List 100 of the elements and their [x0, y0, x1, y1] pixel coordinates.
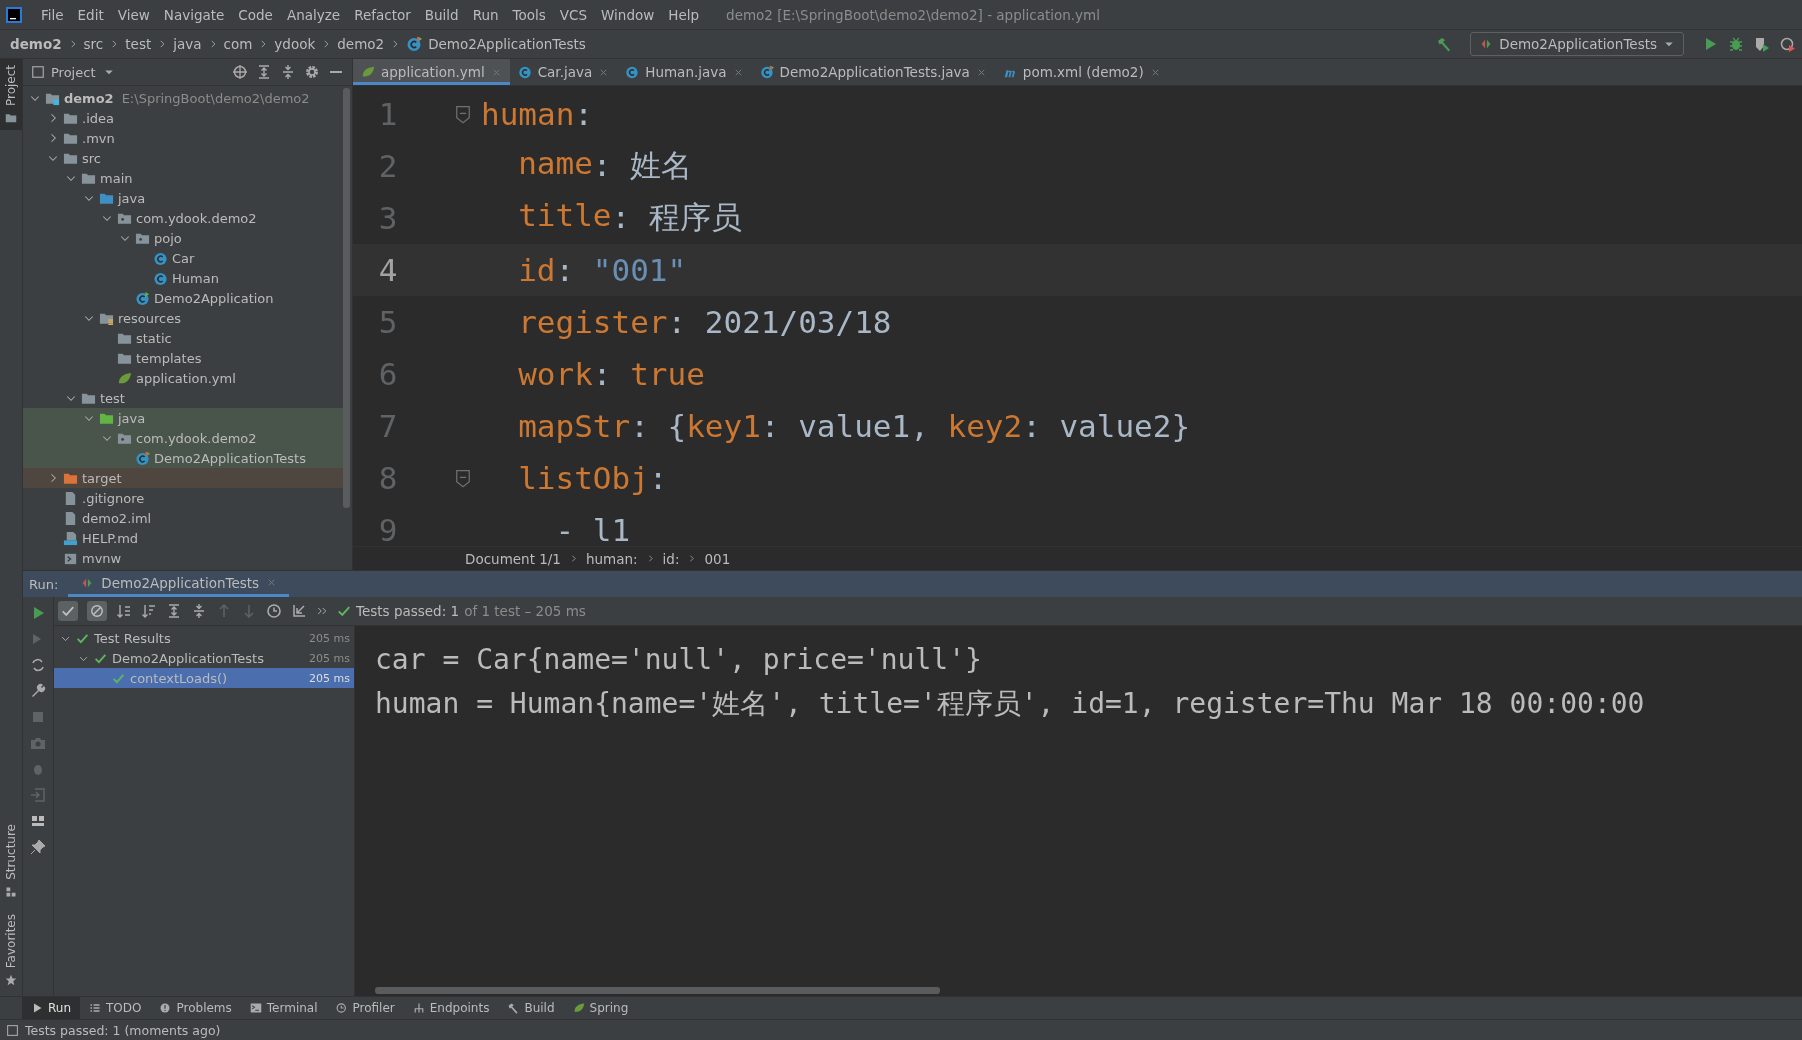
tree-item[interactable]: Human	[23, 268, 343, 288]
coverage-icon[interactable]	[1754, 36, 1770, 52]
debug-icon[interactable]	[1728, 36, 1744, 52]
tree-item[interactable]: pojo	[23, 228, 343, 248]
scrollbar[interactable]	[375, 987, 940, 994]
tree-item[interactable]: .idea	[23, 108, 343, 128]
tree-item[interactable]: Car	[23, 248, 343, 268]
menu-item[interactable]: Edit	[70, 6, 111, 23]
tree-item[interactable]: HELP.md	[23, 528, 343, 548]
editor-tab[interactable]: Car.java	[509, 59, 618, 85]
menu-item[interactable]: Code	[231, 6, 280, 23]
tool-window-tab[interactable]: Endpoints	[403, 997, 499, 1019]
breadcrumb-item[interactable]: ydook	[274, 36, 316, 52]
menu-item[interactable]: Navigate	[156, 6, 232, 23]
editor-tab[interactable]: Human.java	[617, 59, 752, 85]
hammer-icon[interactable]	[1436, 36, 1453, 52]
breadcrumb-item[interactable]: id:	[662, 550, 680, 567]
history-icon[interactable]	[266, 603, 282, 619]
menu-item[interactable]: Window	[594, 6, 662, 23]
test-class-tab[interactable]: Demo2ApplicationTests	[68, 571, 290, 597]
expand-all-icon[interactable]	[166, 603, 182, 619]
tool-window-button[interactable]: Structure	[0, 817, 22, 908]
tool-window-tab[interactable]: Terminal	[240, 997, 327, 1019]
editor-tab[interactable]: pom.xml (demo2)	[994, 59, 1169, 85]
menu-item[interactable]: Build	[417, 6, 466, 23]
editor-tab[interactable]: Demo2ApplicationTests.java	[751, 59, 995, 85]
locate-icon[interactable]	[232, 64, 248, 80]
console-output-line: human = Human{name='姓名', title='程序员', id=1, register=Thu Mar 18 00:00:00	[375, 686, 1645, 722]
editor-tab[interactable]: application.yml	[353, 59, 510, 85]
tree-item[interactable]: application.yml	[23, 368, 343, 388]
tree-item[interactable]: Demo2ApplicationTests	[23, 448, 343, 468]
tree-item[interactable]: mvnw	[23, 548, 343, 568]
tree-item[interactable]: target	[23, 468, 343, 488]
profile-icon[interactable]	[1780, 36, 1796, 52]
panel-title[interactable]: Project	[51, 64, 96, 80]
menu-item[interactable]: Run	[465, 6, 506, 23]
tree-item[interactable]: src	[23, 148, 343, 168]
fold-marker-icon[interactable]	[453, 104, 473, 124]
tool-window-button[interactable]: Favorites	[0, 907, 22, 996]
breadcrumb-item[interactable]: demo2	[337, 36, 385, 52]
tree-item[interactable]: java	[23, 188, 343, 208]
tool-window-tab[interactable]: Spring	[563, 997, 638, 1019]
settings-icon[interactable]	[304, 64, 320, 80]
expand-all-icon[interactable]	[256, 64, 272, 80]
menu-item[interactable]: VCS	[552, 6, 595, 23]
breadcrumb-item[interactable]: test	[125, 36, 152, 52]
check-icon	[76, 631, 89, 645]
scrollbar[interactable]	[343, 88, 350, 508]
test-result-row[interactable]: Test Results 205 ms	[54, 628, 354, 648]
breadcrumb-item[interactable]: Demo2ApplicationTests	[428, 36, 586, 52]
tree-item[interactable]: demo2.iml	[23, 508, 343, 528]
wrench-icon[interactable]	[30, 683, 46, 699]
tree-item[interactable]: com.ydook.demo2	[23, 208, 343, 228]
tree-item[interactable]: test	[23, 388, 343, 408]
menu-item[interactable]: Analyze	[279, 6, 348, 23]
toggle-icon[interactable]	[30, 657, 46, 673]
tree-item[interactable]: templates	[23, 348, 343, 368]
tool-window-tab[interactable]: Problems	[150, 997, 241, 1019]
show-ignored-toggle[interactable]	[87, 601, 107, 621]
run-config-dropdown[interactable]: Demo2ApplicationTests	[1470, 32, 1684, 56]
test-result-row[interactable]: Demo2ApplicationTests 205 ms	[54, 648, 354, 668]
tree-item[interactable]: demo2 E:\SpringBoot\demo2\demo2	[23, 88, 343, 108]
tree-item[interactable]: java	[23, 408, 343, 428]
menu-item[interactable]: Tools	[505, 6, 553, 23]
tool-window-tab[interactable]: Run	[22, 997, 80, 1019]
fold-marker-icon[interactable]	[453, 468, 473, 488]
collapse-all-icon[interactable]	[280, 64, 296, 80]
tree-item[interactable]: .gitignore	[23, 488, 343, 508]
tree-item[interactable]: Demo2Application	[23, 288, 343, 308]
tool-window-tab[interactable]: Build	[498, 997, 564, 1019]
tree-item[interactable]: static	[23, 328, 343, 348]
breadcrumb-item[interactable]: src	[83, 36, 104, 52]
menu-item[interactable]: Refactor	[347, 6, 418, 23]
tree-item[interactable]: main	[23, 168, 343, 188]
menu-item[interactable]: File	[34, 6, 71, 23]
breadcrumb-item[interactable]: com	[223, 36, 253, 52]
sort-icon[interactable]	[116, 603, 132, 619]
tree-item[interactable]: resources	[23, 308, 343, 328]
tree-item[interactable]: com.ydook.demo2	[23, 428, 343, 448]
pin-icon[interactable]	[30, 839, 46, 855]
breadcrumb-item[interactable]: 001	[704, 550, 731, 567]
tool-window-tab[interactable]: TODO	[80, 997, 151, 1019]
more-icon[interactable]	[316, 605, 328, 617]
menu-item[interactable]: View	[110, 6, 157, 23]
breadcrumb-item[interactable]: human:	[585, 550, 638, 567]
show-passed-toggle[interactable]	[58, 601, 78, 621]
collapse-all-icon[interactable]	[191, 603, 207, 619]
tool-window-tab[interactable]: Profiler	[326, 997, 404, 1019]
layout-icon[interactable]	[30, 813, 46, 829]
sort-icon[interactable]	[141, 603, 157, 619]
menu-item[interactable]: Help	[661, 6, 707, 23]
code-token: :	[574, 96, 593, 132]
panel-icon[interactable]	[6, 1023, 19, 1037]
tree-item[interactable]: .mvn	[23, 128, 343, 148]
test-result-row[interactable]: contextLoads() 205 ms	[54, 668, 354, 688]
import-icon[interactable]	[291, 603, 307, 619]
breadcrumb-item[interactable]: java	[173, 36, 202, 52]
breadcrumb-item[interactable]: demo2	[10, 36, 62, 52]
project-tool-button[interactable]: Project	[0, 59, 22, 131]
breadcrumb-item[interactable]: Document 1/1	[465, 550, 561, 567]
